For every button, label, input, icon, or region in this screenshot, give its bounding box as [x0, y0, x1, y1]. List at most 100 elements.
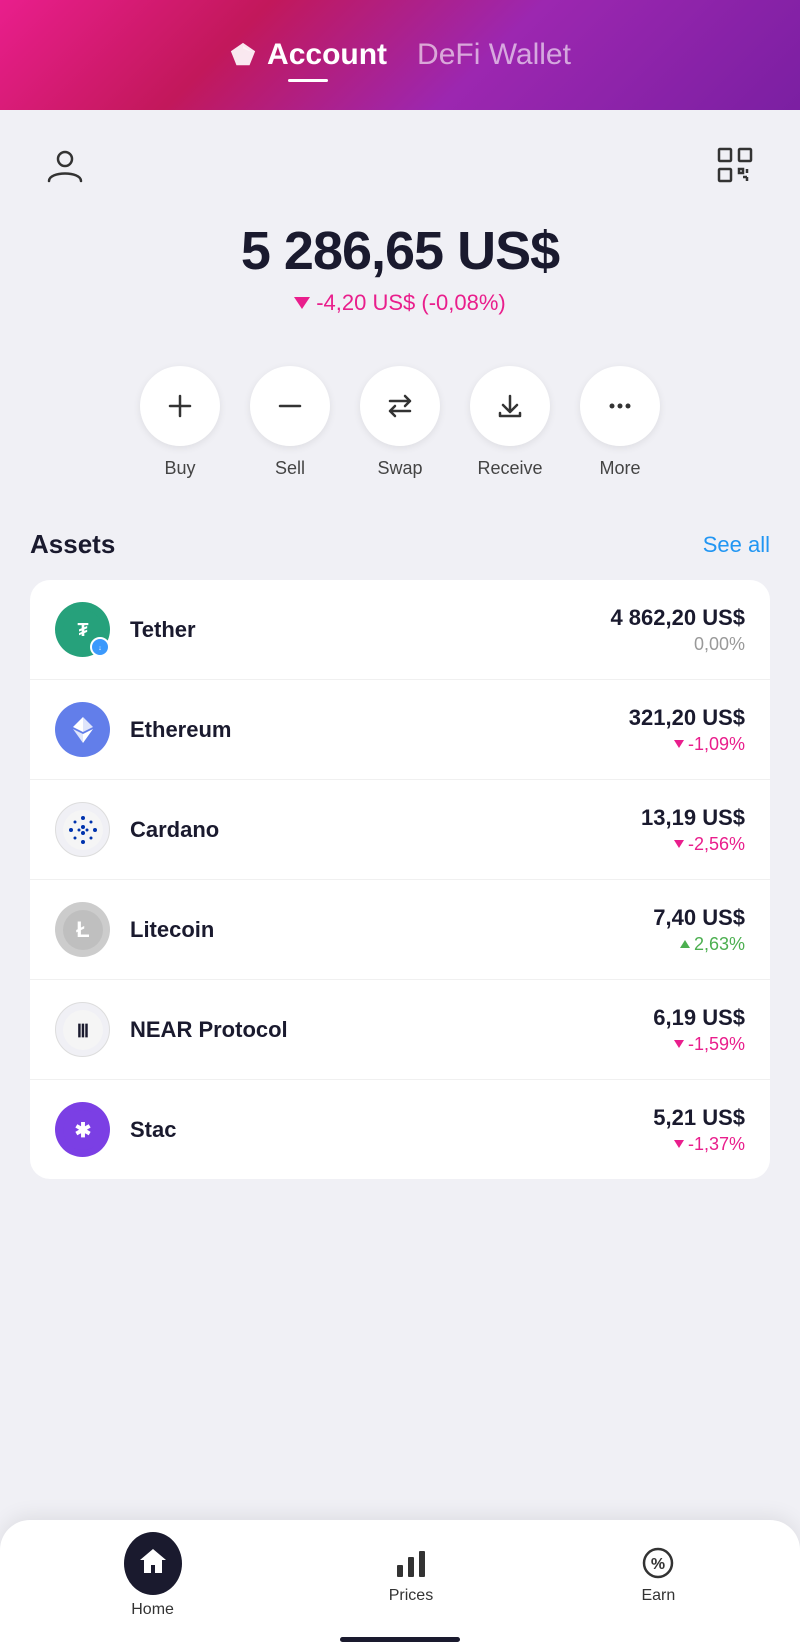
account-label: Account: [267, 38, 387, 72]
down-arrow-icon: [674, 740, 684, 748]
down-arrow-icon: [674, 1040, 684, 1048]
stacks-logo-wrap: ✱: [55, 1102, 110, 1157]
asset-name: Cardano: [130, 817, 641, 843]
defi-tab[interactable]: DeFi Wallet: [417, 38, 571, 72]
list-item[interactable]: Ethereum 321,20 US$ -1,09%: [30, 680, 770, 780]
tether-badge: ↓: [90, 637, 110, 657]
account-tab[interactable]: Account: [229, 38, 387, 72]
asset-name: Ethereum: [130, 717, 629, 743]
assets-section: Assets See all ₮: [0, 499, 800, 1339]
buy-button[interactable]: Buy: [140, 366, 220, 479]
list-item[interactable]: ✱ Stac 5,21 US$ -1,37%: [30, 1080, 770, 1179]
see-all-button[interactable]: See all: [703, 532, 770, 558]
nav-prices[interactable]: Prices: [369, 1535, 453, 1615]
action-buttons: Buy Sell Swap: [0, 326, 800, 499]
asset-change-text: -1,09%: [688, 734, 745, 755]
asset-values: 6,19 US$ -1,59%: [653, 1005, 745, 1055]
asset-change: 2,63%: [653, 934, 745, 955]
cardano-logo-wrap: [55, 802, 110, 857]
stacks-logo: ✱: [55, 1102, 110, 1157]
bottom-nav: Home Prices % Earn: [0, 1520, 800, 1650]
sell-label: Sell: [275, 458, 305, 479]
near-logo: Ⅲ: [55, 1002, 110, 1057]
assets-header: Assets See all: [30, 529, 770, 560]
sell-button[interactable]: Sell: [250, 366, 330, 479]
asset-change-text: -2,56%: [688, 834, 745, 855]
asset-name: Litecoin: [130, 917, 653, 943]
svg-text:✱: ✱: [74, 1120, 91, 1142]
near-logo-wrap: Ⅲ: [55, 1002, 110, 1057]
asset-change: -1,37%: [653, 1134, 745, 1155]
assets-title: Assets: [30, 529, 115, 560]
home-icon: [124, 1532, 182, 1595]
svg-text:↓: ↓: [98, 645, 102, 652]
main-content: 5 286,65 US$ -4,20 US$ (-0,08%) Buy: [0, 110, 800, 1650]
defi-label: DeFi Wallet: [417, 38, 571, 72]
asset-name: Stac: [130, 1117, 653, 1143]
swap-label: Swap: [377, 458, 422, 479]
svg-text:%: %: [651, 1556, 665, 1573]
asset-amount: 5,21 US$: [653, 1105, 745, 1131]
svg-text:Ł: Ł: [76, 917, 89, 942]
litecoin-logo-wrap: Ł: [55, 902, 110, 957]
asset-change: -2,56%: [641, 834, 745, 855]
down-arrow-icon: [674, 840, 684, 848]
balance-amount: 5 286,65 US$: [20, 220, 780, 282]
earn-icon: %: [640, 1545, 676, 1581]
asset-change: -1,59%: [653, 1034, 745, 1055]
tether-logo-wrap: ₮ ↓: [55, 602, 110, 657]
nav-earn[interactable]: % Earn: [620, 1535, 696, 1615]
down-arrow-icon: [674, 1140, 684, 1148]
asset-amount: 13,19 US$: [641, 805, 745, 831]
asset-amount: 7,40 US$: [653, 905, 745, 931]
list-item[interactable]: Ł Litecoin 7,40 US$ 2,63%: [30, 880, 770, 980]
ethereum-logo: [55, 702, 110, 757]
cardano-logo: [55, 802, 110, 857]
asset-change: 0,00%: [610, 634, 745, 655]
asset-amount: 4 862,20 US$: [610, 605, 745, 631]
receive-label: Receive: [477, 458, 542, 479]
header: Account DeFi Wallet: [0, 0, 800, 110]
svg-text:₮: ₮: [77, 620, 88, 640]
asset-list: ₮ ↓ Tether 4 862,20 US$: [30, 580, 770, 1179]
asset-change-text: 2,63%: [694, 934, 745, 955]
asset-amount: 321,20 US$: [629, 705, 745, 731]
list-item[interactable]: ₮ ↓ Tether 4 862,20 US$: [30, 580, 770, 680]
list-item[interactable]: Ⅲ NEAR Protocol 6,19 US$ -1,59%: [30, 980, 770, 1080]
balance-change-text: -4,20 US$ (-0,08%): [316, 290, 506, 316]
asset-values: 7,40 US$ 2,63%: [653, 905, 745, 955]
diamond-icon: [229, 41, 257, 69]
scroll-area[interactable]: 5 286,65 US$ -4,20 US$ (-0,08%) Buy: [0, 110, 800, 1650]
nav-home[interactable]: Home: [104, 1522, 202, 1629]
asset-values: 5,21 US$ -1,37%: [653, 1105, 745, 1155]
svg-text:Ⅲ: Ⅲ: [76, 1021, 88, 1041]
receive-button[interactable]: Receive: [470, 366, 550, 479]
nav-earn-label: Earn: [641, 1587, 675, 1605]
asset-change: -1,09%: [629, 734, 745, 755]
profile-icon[interactable]: [40, 140, 90, 190]
bottom-indicator: [340, 1637, 460, 1642]
asset-amount: 6,19 US$: [653, 1005, 745, 1031]
asset-values: 321,20 US$ -1,09%: [629, 705, 745, 755]
asset-change-text: 0,00%: [694, 634, 745, 655]
up-arrow-icon: [680, 940, 690, 948]
more-button[interactable]: More: [580, 366, 660, 479]
swap-button[interactable]: Swap: [360, 366, 440, 479]
litecoin-logo: Ł: [55, 902, 110, 957]
nav-prices-label: Prices: [389, 1587, 433, 1605]
buy-label: Buy: [164, 458, 195, 479]
asset-values: 4 862,20 US$ 0,00%: [610, 605, 745, 655]
balance-change: -4,20 US$ (-0,08%): [20, 290, 780, 316]
list-item[interactable]: Cardano 13,19 US$ -2,56%: [30, 780, 770, 880]
more-label: More: [599, 458, 640, 479]
down-arrow-icon: [294, 297, 310, 309]
asset-name: NEAR Protocol: [130, 1017, 653, 1043]
asset-change-text: -1,37%: [688, 1134, 745, 1155]
nav-home-label: Home: [131, 1601, 174, 1619]
balance-section: 5 286,65 US$ -4,20 US$ (-0,08%): [0, 200, 800, 326]
asset-values: 13,19 US$ -2,56%: [641, 805, 745, 855]
prices-icon: [393, 1545, 429, 1581]
scan-icon[interactable]: [710, 140, 760, 190]
asset-change-text: -1,59%: [688, 1034, 745, 1055]
ethereum-logo-wrap: [55, 702, 110, 757]
